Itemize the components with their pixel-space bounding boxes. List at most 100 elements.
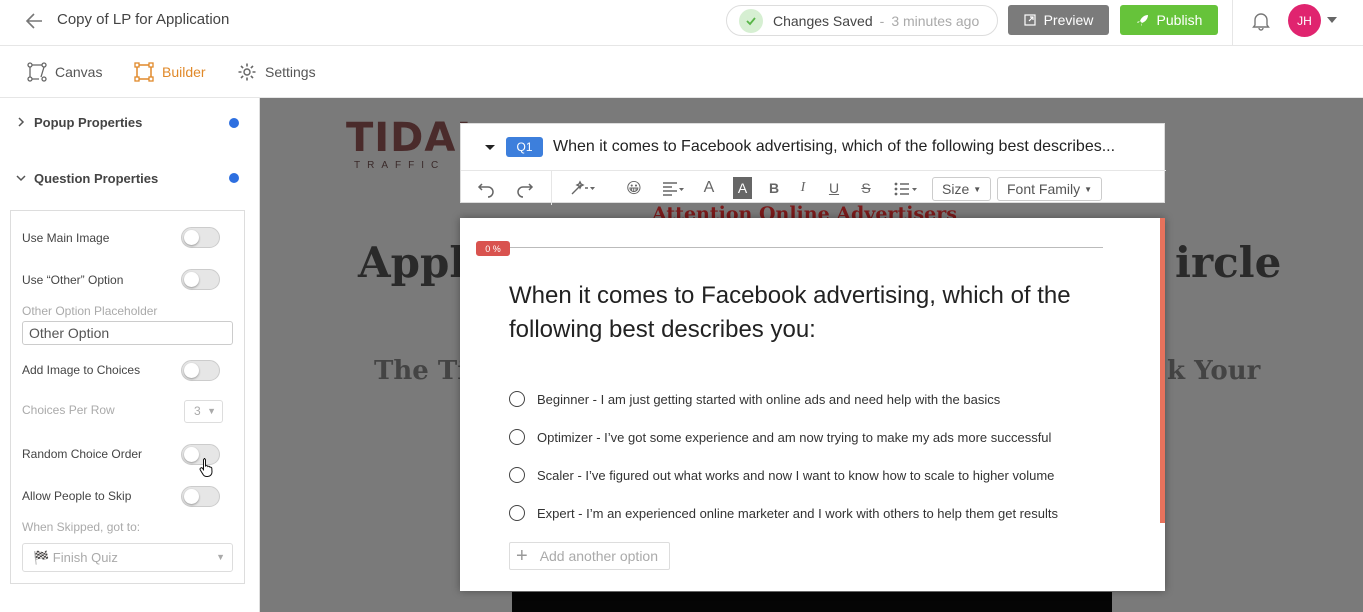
answer-option-label: Beginner - I am just getting started wit… — [537, 391, 1001, 407]
bell-icon[interactable] — [1252, 11, 1270, 31]
use-other-option-toggle[interactable] — [181, 269, 220, 290]
add-image-to-choices-toggle[interactable] — [181, 360, 220, 381]
background-subhead-left: The Ti — [374, 356, 468, 386]
question-title[interactable]: When it comes to Facebook advertising, w… — [553, 138, 1115, 156]
strikethrough-icon[interactable]: S — [859, 177, 873, 199]
answer-option-label: Scaler - I’ve figured out what works and… — [537, 467, 1055, 483]
caret-down-icon: ▼ — [216, 552, 225, 562]
caret-down-icon: ▼ — [207, 406, 216, 416]
align-icon[interactable] — [661, 177, 685, 199]
chevron-down-icon[interactable] — [1327, 16, 1337, 24]
scroll-accent-bar — [1160, 218, 1165, 523]
radio-button[interactable] — [509, 505, 525, 521]
avatar[interactable]: JH — [1288, 4, 1321, 37]
text-toolbar: 😀 A A B I U S Size ▼ Font Family ▼ — [461, 170, 1166, 205]
builder-icon — [134, 62, 154, 82]
other-placeholder-label: Other Option Placeholder — [22, 304, 158, 318]
when-skipped-value: 🏁 Finish Quiz — [33, 550, 118, 565]
view-tabs: Canvas Builder Settings — [0, 46, 1363, 98]
gear-icon — [238, 63, 256, 81]
external-link-icon — [1023, 14, 1036, 26]
save-status: Changes Saved - 3 minutes ago — [726, 5, 998, 36]
quiz-popup: 0 % When it comes to Facebook advertisin… — [460, 218, 1165, 591]
answer-option[interactable]: Scaler - I’ve figured out what works and… — [509, 465, 1054, 485]
tab-settings-label: Settings — [265, 64, 316, 80]
hand-cursor-icon — [199, 458, 213, 477]
caret-down-icon: ▼ — [1084, 184, 1093, 194]
when-skipped-label: When Skipped, got to: — [22, 520, 141, 534]
tidal-traffic-logo: TIDAL TRAFFIC — [346, 116, 482, 176]
back-arrow-icon[interactable] — [24, 10, 46, 32]
chevron-right-icon — [18, 117, 25, 127]
tab-canvas[interactable]: Canvas — [27, 61, 102, 83]
highlight-color-icon[interactable]: A — [733, 177, 752, 199]
popup-properties-label: Popup Properties — [34, 114, 143, 130]
tab-settings[interactable]: Settings — [237, 61, 316, 83]
allow-skip-label: Allow People to Skip — [22, 489, 132, 503]
save-status-label: Changes Saved — [773, 12, 873, 29]
use-main-image-label: Use Main Image — [22, 231, 110, 245]
question-editor-card: Q1 When it comes to Facebook advertising… — [460, 123, 1166, 205]
use-other-option-label: Use “Other” Option — [22, 273, 124, 287]
magic-wand-icon[interactable] — [569, 177, 597, 199]
page-canvas: TIDAL TRAFFIC Attention Online Advertise… — [260, 98, 1363, 612]
preview-button[interactable]: Preview — [1008, 5, 1109, 35]
add-image-to-choices-label: Add Image to Choices — [22, 363, 141, 377]
add-option-button[interactable]: + Add another option — [509, 542, 670, 570]
background-video-block — [512, 592, 1112, 612]
font-family-select-label: Font Family — [1007, 181, 1081, 197]
quiz-question-text[interactable]: When it comes to Facebook advertising, w… — [509, 279, 1119, 347]
tab-builder[interactable]: Builder — [134, 61, 206, 83]
answer-option[interactable]: Expert - I’m an experienced online marke… — [509, 503, 1058, 523]
save-status-time: 3 minutes ago — [891, 12, 980, 29]
tab-builder-label: Builder — [162, 64, 206, 80]
allow-skip-toggle[interactable] — [181, 486, 220, 507]
list-icon[interactable] — [893, 177, 919, 199]
check-icon — [739, 8, 763, 33]
status-dot — [229, 173, 239, 183]
logo-subtitle: TRAFFIC — [354, 160, 446, 171]
font-color-icon[interactable]: A — [701, 177, 717, 199]
popup-properties-header[interactable]: Popup Properties — [16, 112, 142, 132]
save-status-separator: - — [879, 12, 885, 29]
status-dot — [229, 118, 239, 128]
choices-per-row-select[interactable]: 3 ▼ — [184, 400, 223, 423]
progress-badge: 0 % — [476, 241, 510, 256]
choices-per-row-value: 3 — [194, 404, 201, 418]
top-bar: Copy of LP for Application Changes Saved… — [0, 0, 1363, 46]
redo-icon[interactable] — [516, 177, 534, 199]
italic-icon[interactable]: I — [797, 177, 809, 199]
font-family-select[interactable]: Font Family ▼ — [997, 177, 1103, 201]
answer-option-label: Expert - I’m an experienced online marke… — [537, 505, 1058, 521]
underline-icon[interactable]: U — [827, 177, 841, 199]
add-option-label: Add another option — [539, 548, 659, 564]
answer-option-label: Optimizer - I’ve got some experience and… — [537, 429, 1052, 445]
radio-button[interactable] — [509, 429, 525, 445]
radio-button[interactable] — [509, 467, 525, 483]
use-main-image-toggle[interactable] — [181, 227, 220, 248]
other-placeholder-input[interactable]: Other Option — [22, 321, 233, 345]
answer-option[interactable]: Optimizer - I’ve got some experience and… — [509, 427, 1051, 447]
bold-icon[interactable]: B — [767, 177, 781, 199]
toolbar-divider — [551, 171, 552, 205]
plus-icon: + — [516, 545, 528, 567]
question-number-badge: Q1 — [506, 137, 543, 157]
choices-per-row-label: Choices Per Row — [22, 403, 115, 417]
when-skipped-select[interactable]: 🏁 Finish Quiz ▼ — [22, 543, 233, 572]
emoji-icon[interactable]: 😀 — [625, 177, 643, 199]
caret-down-icon[interactable] — [483, 140, 497, 154]
progress-track — [498, 247, 1103, 248]
question-properties-header[interactable]: Question Properties — [16, 168, 158, 188]
publish-label: Publish — [1156, 12, 1203, 28]
chevron-down-icon — [16, 175, 26, 182]
background-headline-left: Appl — [358, 238, 466, 287]
divider — [1232, 0, 1233, 46]
size-select-label: Size — [942, 181, 970, 197]
background-headline-right: ircle — [1175, 238, 1282, 287]
answer-option[interactable]: Beginner - I am just getting started wit… — [509, 389, 1000, 409]
publish-button[interactable]: Publish — [1120, 5, 1218, 35]
undo-icon[interactable] — [477, 177, 495, 199]
size-select[interactable]: Size ▼ — [932, 177, 992, 201]
radio-button[interactable] — [509, 391, 525, 407]
preview-label: Preview — [1043, 12, 1094, 28]
